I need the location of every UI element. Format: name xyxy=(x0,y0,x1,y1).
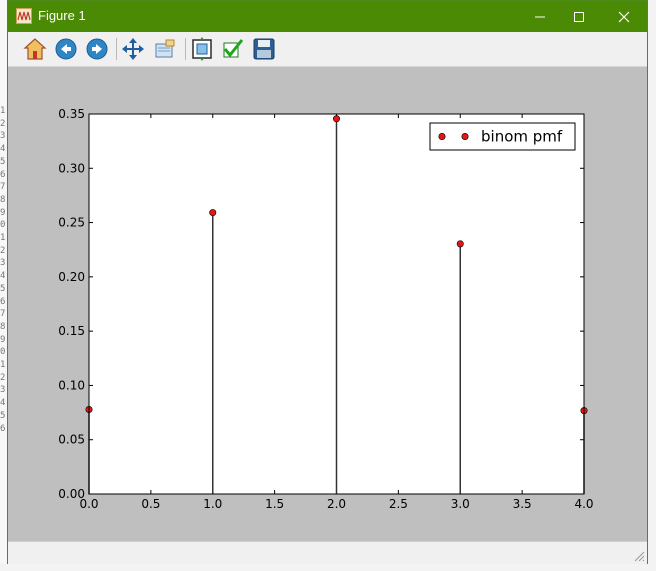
zoom-button[interactable] xyxy=(152,36,178,62)
stem-marker[interactable] xyxy=(456,240,464,248)
subplots-button[interactable] xyxy=(189,36,215,62)
maximize-button[interactable] xyxy=(556,1,602,32)
home-button[interactable] xyxy=(22,36,48,62)
floppy-disk-icon xyxy=(253,38,275,60)
x-tick-label: 4.0 xyxy=(574,497,593,511)
close-button[interactable] xyxy=(601,1,647,32)
toolbar-separator xyxy=(185,38,186,60)
background-right-edge xyxy=(648,0,656,571)
close-icon xyxy=(618,11,630,22)
x-tick-label: 0.5 xyxy=(141,497,160,511)
window-title: Figure 1 xyxy=(38,8,86,23)
y-tick-label: 0.05 xyxy=(58,433,85,447)
x-tick-label: 2.5 xyxy=(389,497,408,511)
legend-marker xyxy=(461,133,469,141)
legend-label: binom pmf xyxy=(481,128,563,146)
zoom-rect-icon xyxy=(155,39,175,58)
stem-plot[interactable]: 0.000.050.100.150.200.250.300.350.0 0.5 1.… xyxy=(8,67,647,541)
y-tick-label: 0.20 xyxy=(58,270,85,284)
figure-app-icon xyxy=(16,8,32,24)
y-tick-label: 0.30 xyxy=(58,161,85,175)
checkmark-icon xyxy=(223,39,244,58)
resize-grip-icon[interactable] xyxy=(633,550,645,562)
home-icon xyxy=(23,38,47,60)
status-bar xyxy=(8,541,647,564)
x-tick-label: 1.0 xyxy=(203,497,222,511)
minimize-icon xyxy=(535,16,545,17)
stem-marker[interactable] xyxy=(332,115,340,123)
subplots-icon xyxy=(192,37,212,61)
figure-window: Figure 1 0.00 0.05 0.10 0.15 0.20 0.25 0… xyxy=(7,0,648,564)
y-tick-label: 0.10 xyxy=(58,378,85,392)
x-tick-label: 1.5 xyxy=(265,497,284,511)
forward-button[interactable] xyxy=(84,36,110,62)
figure-canvas[interactable]: 0.00 0.05 0.10 0.15 0.20 0.25 0.30 0.35 0.0 0.5 1.… xyxy=(8,67,647,541)
navigation-toolbar xyxy=(8,32,647,67)
y-tick-label: 0.15 xyxy=(58,324,85,338)
y-tick-label: 0.35 xyxy=(58,107,85,121)
save-button[interactable] xyxy=(251,36,277,62)
legend-marker xyxy=(438,133,446,141)
x-tick-label: 3.0 xyxy=(451,497,470,511)
x-tick-label: 0.0 xyxy=(79,497,98,511)
stem-marker[interactable] xyxy=(209,209,217,217)
x-tick-label: 2.0 xyxy=(327,497,346,511)
pan-button[interactable] xyxy=(120,36,146,62)
title-bar[interactable]: Figure 1 xyxy=(8,1,647,32)
move-arrows-icon xyxy=(122,38,144,60)
toolbar-separator xyxy=(116,38,117,60)
back-button[interactable] xyxy=(53,36,79,62)
forward-arrow-icon xyxy=(86,38,108,60)
x-tick-label: 3.5 xyxy=(513,497,532,511)
back-arrow-icon xyxy=(55,38,77,60)
maximize-icon xyxy=(574,11,584,22)
edit-button[interactable] xyxy=(220,36,246,62)
background-bottom-edge xyxy=(0,563,656,571)
y-tick-label: 0.25 xyxy=(58,216,85,230)
